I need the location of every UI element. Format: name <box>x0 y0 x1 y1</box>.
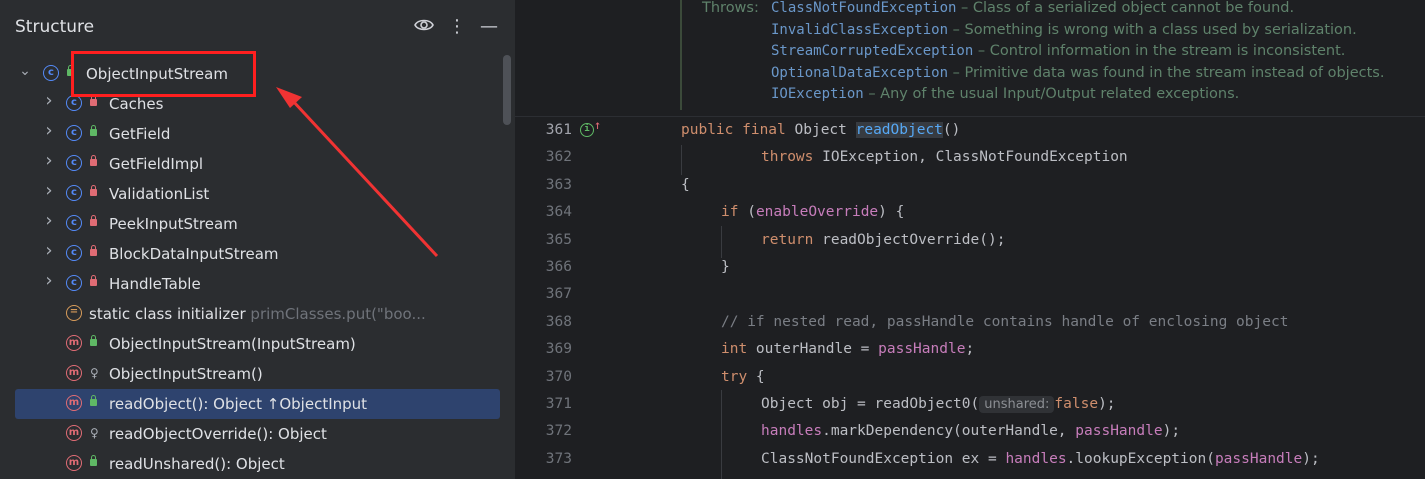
line-number: 362 <box>545 149 572 166</box>
code-editor[interactable]: Throws: ClassNotFoundException – Class o… <box>515 0 1425 479</box>
throws-entry: ClassNotFoundException – Class of a seri… <box>771 0 1294 16</box>
line-number: 373 <box>545 450 572 467</box>
throws-label: Throws: <box>702 0 759 16</box>
throws-entry: IOException – Any of the usual Input/Out… <box>771 86 1239 102</box>
code-line[interactable]: 368 // if nested read, passHandle contain… <box>515 310 1425 337</box>
code-line[interactable]: 372 handles.markDependency(outerHandle, p… <box>515 419 1425 446</box>
line-number: 364 <box>545 204 572 221</box>
indent-guide <box>721 226 722 258</box>
code-line[interactable]: 370 try { <box>515 365 1425 392</box>
code-line[interactable]: 361 i ↑ public final Object readObject() <box>515 118 1425 145</box>
line-number: 371 <box>545 396 572 412</box>
code-line[interactable]: 362 throws IOException, ClassNotFoundExce… <box>515 145 1425 172</box>
code-text: } <box>721 259 730 275</box>
exception-link[interactable]: OptionalDataException <box>771 65 948 81</box>
parameter-hint: unshared: <box>979 396 1055 413</box>
doc-separator <box>515 116 1425 117</box>
code-text: Object obj = readObject0(unshared: false)… <box>761 396 1116 413</box>
line-number: 363 <box>545 176 572 193</box>
exception-link[interactable]: IOException <box>771 86 864 102</box>
code-text: return readObjectOverride(); <box>761 231 1006 248</box>
code-line[interactable]: 373 ClassNotFoundException ex = handles.l… <box>515 447 1425 474</box>
code-line[interactable]: 365 return readObjectOverride(); <box>515 228 1425 255</box>
line-number: 368 <box>545 313 572 330</box>
exception-link[interactable]: ClassNotFoundException <box>771 0 956 16</box>
exception-description: – Any of the usual Input/Output related … <box>863 86 1240 102</box>
line-number: 370 <box>545 368 572 385</box>
code-line[interactable]: 371 Object obj = readObject0(unshared: fal… <box>515 392 1425 419</box>
code-text: int outerHandle = passHandle; <box>721 341 975 358</box>
javadoc-block: Throws: ClassNotFoundException – Class o… <box>680 0 1425 110</box>
code-text: ClassNotFoundException ex = handles.look… <box>761 450 1320 467</box>
exception-description: – Something is wrong with a class used b… <box>948 21 1357 38</box>
red-arrow-annotation <box>276 87 439 258</box>
exception-description: – Primitive data was found in the stream… <box>948 64 1385 81</box>
line-number: 361 <box>545 122 572 138</box>
throws-entry: StreamCorruptedException – Control infor… <box>771 43 1345 59</box>
line-number: 372 <box>545 423 572 440</box>
code-text: try { <box>721 368 765 385</box>
code-line[interactable]: 363 { <box>515 173 1425 200</box>
code-text: throws IOException, ClassNotFoundExcepti… <box>761 149 1128 166</box>
code-text: { <box>681 176 690 193</box>
code-line[interactable]: 367 <box>515 282 1425 309</box>
exception-link[interactable]: StreamCorruptedException <box>771 43 973 59</box>
exception-description: – Class of a serialized object cannot be… <box>956 0 1295 16</box>
code-text: handles.markDependency(outerHandle, pass… <box>761 423 1181 440</box>
exception-description: – Control information in the stream is i… <box>973 43 1346 59</box>
implements-icon[interactable]: i <box>580 123 594 137</box>
arrow-up-icon: ↑ <box>594 118 602 132</box>
indent-guide <box>681 145 682 175</box>
exception-link[interactable]: InvalidClassException <box>771 22 948 38</box>
code-text: if (enableOverride) { <box>721 204 905 221</box>
throws-entry: OptionalDataException – Primitive data w… <box>771 65 1384 81</box>
code-text: public final Object readObject() <box>681 122 961 138</box>
indent-guide <box>721 390 722 479</box>
code-line[interactable]: 366} <box>515 255 1425 282</box>
line-number: 366 <box>545 259 572 275</box>
line-number: 365 <box>545 231 572 248</box>
code-line[interactable]: 364 if (enableOverride) { <box>515 200 1425 227</box>
code-text: // if nested read, passHandle contains h… <box>721 313 1289 330</box>
line-number: 369 <box>545 341 572 358</box>
code-line[interactable]: 369 int outerHandle = passHandle; <box>515 337 1425 364</box>
structure-panel: Structure ⋮ — ⌄ c ObjectInputStream › c Cache… <box>0 0 515 479</box>
line-number: 367 <box>545 286 572 303</box>
throws-entry: InvalidClassException – Something is wro… <box>771 22 1357 38</box>
